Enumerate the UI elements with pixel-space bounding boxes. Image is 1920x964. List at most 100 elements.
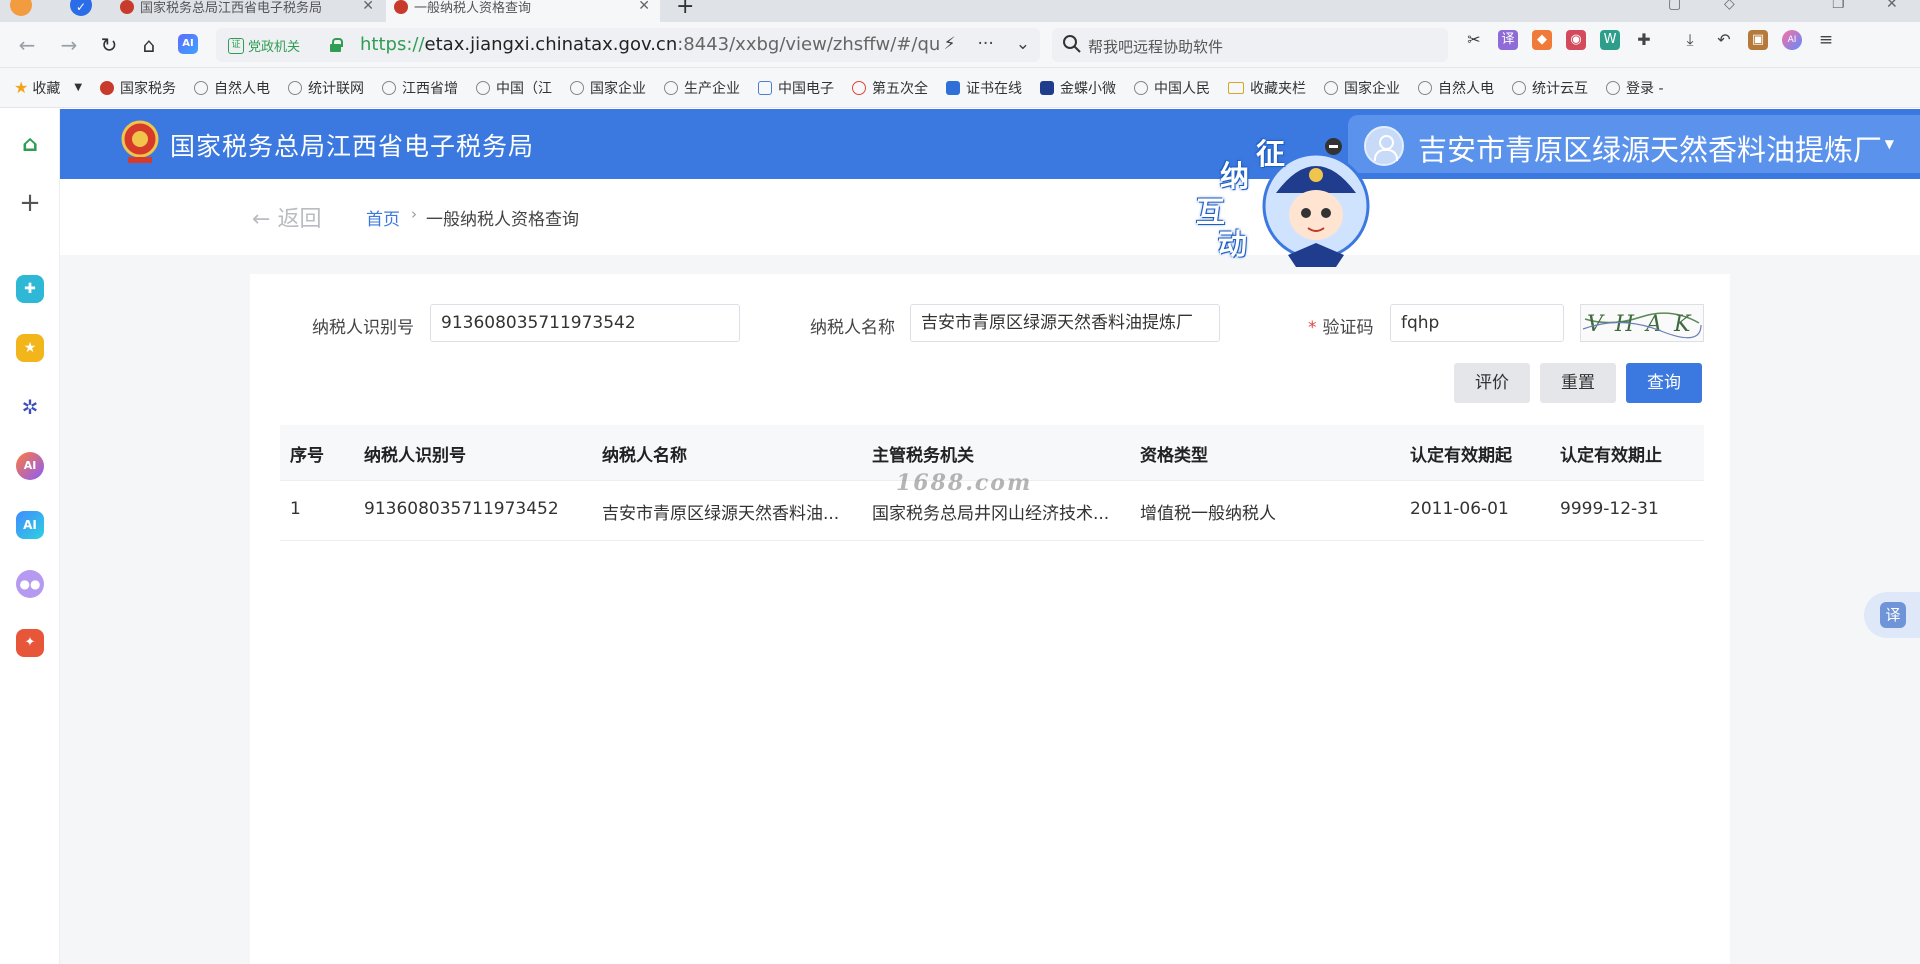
globe-icon — [1418, 80, 1433, 95]
sidebar-ai-icon[interactable]: AI — [16, 511, 44, 539]
sidebar-gamepad-icon[interactable]: ✦ — [16, 629, 44, 657]
address-bar[interactable]: 证 党政机关 https://etax.jiangxi.chinatax.gov… — [216, 28, 1040, 62]
close-icon[interactable]: ✕ — [638, 0, 650, 14]
sidebar-ai-circle-icon[interactable]: AI — [16, 452, 44, 480]
bookmarks-bar: ★ 收藏 ▼ 国家税务 自然人电 统计联网 江西省增 中国（江 国家企业 生产企业 … — [0, 68, 1920, 108]
window-restore-icon[interactable]: ❐ — [1832, 0, 1845, 12]
reset-button[interactable]: 重置 — [1540, 363, 1616, 403]
bookmark-item[interactable]: 中国电子 — [758, 78, 834, 98]
url-text[interactable]: https://etax.jiangxi.chinatax.gov.cn:844… — [360, 34, 940, 55]
browser-sidebar: ⌂ + ✚ ★ ✲ AI AI ●● ✦ — [0, 109, 60, 964]
col-tax-authority: 主管税务机关 — [872, 446, 974, 466]
browser-tab-bar: ✓ 国家税务总局江西省电子税务局 ✕ 一般纳税人资格查询 ✕ + ▢ ◇ ❐ ✕ — [0, 0, 1920, 22]
sidebar-network-icon[interactable]: ✲ — [16, 393, 44, 421]
bookmark-item[interactable]: 国家企业 — [570, 78, 646, 98]
mascot-interaction-badge[interactable]: 征 纳 互 动 — [1196, 131, 1386, 281]
window-skin-icon[interactable]: ◇ — [1724, 0, 1735, 12]
bookmark-item[interactable]: 统计云互 — [1512, 78, 1588, 98]
translate-icon[interactable]: 译 — [1498, 30, 1518, 50]
folder-icon — [1228, 81, 1245, 94]
fox-extension-icon[interactable]: ◆ — [1532, 30, 1552, 50]
breadcrumb-home-link[interactable]: 首页 — [366, 205, 400, 230]
scissors-icon[interactable]: ✂ — [1464, 30, 1484, 50]
bookmark-item[interactable]: 江西省增 — [382, 78, 458, 98]
globe-icon — [382, 80, 397, 95]
sidebar-app-cross-icon[interactable]: ✚ — [16, 275, 44, 303]
extension-icons: ✂ 译 ◆ ◉ W ✚ ⤓ ↶ ▣ AI ≡ — [1464, 30, 1836, 50]
menu-icon[interactable]: ≡ — [1816, 30, 1836, 50]
url-host: etax.jiangxi.chinatax.gov.cn — [424, 34, 678, 55]
lock-icon[interactable] — [330, 38, 343, 52]
bookmark-item[interactable]: 登录 - — [1606, 78, 1664, 98]
ai-assistant-icon[interactable]: AI — [178, 34, 198, 54]
w-extension-icon[interactable]: W — [1600, 30, 1620, 50]
pinned-tab-icon[interactable]: ✓ — [70, 0, 92, 16]
browser-menu-icon[interactable] — [10, 0, 32, 16]
home-icon[interactable]: ⌂ — [136, 32, 162, 58]
evaluate-button[interactable]: 评价 — [1454, 363, 1530, 403]
tab-taxpayer-query[interactable]: 一般纳税人资格查询 ✕ — [386, 0, 660, 22]
taxpayer-id-label: 纳税人识别号 — [312, 318, 414, 338]
bookmark-item[interactable]: 生产企业 — [664, 78, 740, 98]
caret-down-icon: ▼ — [1884, 137, 1894, 151]
taxpayer-id-input[interactable]: 913608035711973542 — [430, 304, 740, 342]
back-button[interactable]: ← 返回 — [252, 201, 321, 233]
caret-down-icon[interactable]: ▼ — [74, 82, 82, 93]
bookmark-item[interactable]: 金蝶小微 — [1040, 78, 1116, 98]
bookmark-item[interactable]: 第五次全 — [852, 78, 928, 98]
download-icon[interactable]: ⤓ — [1680, 30, 1700, 50]
undo-icon[interactable]: ↶ — [1714, 30, 1734, 50]
star-icon: ★ — [14, 78, 29, 97]
lightning-icon[interactable]: ⚡ — [944, 34, 956, 54]
new-tab-icon[interactable]: + — [676, 0, 694, 19]
window-close-icon[interactable]: ✕ — [1886, 0, 1898, 12]
bookmark-item[interactable]: 自然人电 — [194, 78, 270, 98]
captcha-image[interactable]: VHAK — [1580, 304, 1704, 342]
red-extension-icon[interactable]: ◉ — [1566, 30, 1586, 50]
briefcase-icon[interactable]: ▣ — [1748, 30, 1768, 50]
bookmark-item[interactable]: 国家企业 — [1324, 78, 1400, 98]
search-box[interactable]: 帮我吧远程协助软件 — [1052, 28, 1448, 62]
sidebar-home-icon[interactable]: ⌂ — [16, 131, 44, 159]
bookmark-label: 国家税务 — [120, 80, 177, 97]
bookmark-item[interactable]: 中国（江 — [476, 78, 552, 98]
captcha-input[interactable]: fqhp — [1390, 304, 1564, 342]
tab-label: 国家税务总局江西省电子税务局 — [140, 0, 323, 16]
bookmark-item[interactable]: 证书在线 — [946, 78, 1022, 98]
globe-icon — [1324, 80, 1339, 95]
site-title: 国家税务总局江西省电子税务局 — [170, 132, 535, 161]
query-button[interactable]: 查询 — [1626, 363, 1702, 403]
bookmark-item[interactable]: 国家税务 — [100, 78, 176, 98]
chevron-down-icon[interactable]: ⌄ — [1016, 34, 1030, 54]
sidebar-bot-icon[interactable]: ●● — [16, 570, 44, 598]
bookmark-label: 国家企业 — [590, 80, 647, 97]
bookmark-label: 中国电子 — [778, 80, 835, 97]
bookmark-item[interactable]: 自然人电 — [1418, 78, 1494, 98]
puzzle-icon[interactable]: ✚ — [1634, 30, 1654, 50]
globe-icon — [476, 80, 491, 95]
bookmark-label: 证书在线 — [966, 80, 1023, 97]
user-menu[interactable]: 吉安市青原区绿源天然香料油提炼厂 ▼ — [1348, 115, 1920, 173]
bookmark-folder[interactable]: 收藏夹栏 — [1228, 78, 1306, 98]
url-path: :8443/xxbg/view/zhsffw/#/query — [677, 34, 940, 55]
sidebar-add-icon[interactable]: + — [16, 189, 44, 217]
ai-circle-icon[interactable]: AI — [1782, 30, 1802, 50]
tab-tax-bureau[interactable]: 国家税务总局江西省电子税务局 ✕ — [112, 0, 384, 22]
sidebar-star-icon[interactable]: ★ — [16, 334, 44, 362]
bookmark-label: 收藏夹栏 — [1250, 80, 1307, 97]
more-icon[interactable]: ··· — [978, 34, 994, 54]
translate-button[interactable]: 译 — [1864, 592, 1920, 638]
taxpayer-name-input[interactable]: 吉安市青原区绿源天然香料油提炼厂 — [910, 304, 1220, 342]
search-icon — [1063, 35, 1081, 53]
forward-nav-icon[interactable]: → — [56, 32, 82, 58]
captcha-label: * 验证码 — [1308, 313, 1374, 338]
bookmark-item[interactable]: 中国人民 — [1134, 78, 1210, 98]
reload-icon[interactable]: ↻ — [96, 32, 122, 58]
gov-badge: 证 党政机关 — [228, 36, 300, 55]
bookmark-item[interactable]: 统计联网 — [288, 78, 364, 98]
close-icon[interactable]: ✕ — [362, 0, 374, 14]
window-sidebar-icon[interactable]: ▢ — [1668, 0, 1681, 12]
cell-taxpayer-name: 吉安市青原区绿源天然香料油... — [602, 504, 840, 524]
bookmark-favorites[interactable]: ★ 收藏 ▼ — [14, 78, 82, 98]
back-nav-icon[interactable]: ← — [14, 32, 40, 58]
